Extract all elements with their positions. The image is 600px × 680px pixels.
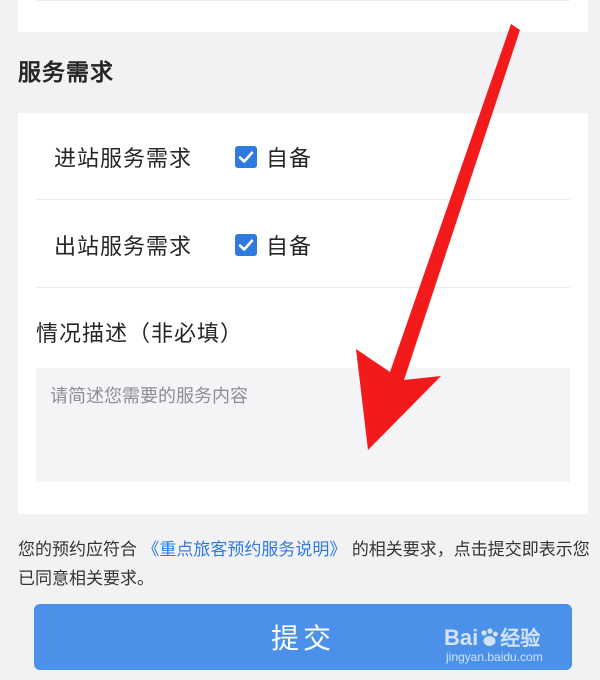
submit-button[interactable]: 提交 xyxy=(34,604,572,670)
inbound-self-prepared-checkbox[interactable] xyxy=(235,146,257,168)
outbound-service-label: 出站服务需求 xyxy=(54,235,193,260)
situation-description-box xyxy=(36,368,570,482)
agreement-notice-prefix: 您的预约应符合 xyxy=(18,540,137,560)
inbound-service-label: 进站服务需求 xyxy=(54,147,193,172)
agreement-notice: 您的预约应符合 《重点旅客预约服务说明》 的相关要求，点击提交即表示您已同意相关… xyxy=(18,536,590,594)
inbound-self-prepared-label[interactable]: 自备 xyxy=(266,141,312,173)
service-terms-link[interactable]: 《重点旅客预约服务说明》 xyxy=(142,540,346,560)
section-title: 服务需求 xyxy=(18,60,114,86)
checkmark-icon xyxy=(238,151,254,163)
situation-description-label: 情况描述（非必填） xyxy=(36,322,244,347)
checkmark-icon xyxy=(238,239,254,251)
outbound-service-row: 出站服务需求 自备 xyxy=(36,201,570,288)
previous-card xyxy=(18,0,588,32)
outbound-self-prepared-checkbox[interactable] xyxy=(235,234,257,256)
inbound-service-row: 进站服务需求 自备 xyxy=(36,113,570,200)
previous-card-divider xyxy=(36,0,570,1)
outbound-self-prepared-label[interactable]: 自备 xyxy=(266,229,312,261)
situation-description-textarea[interactable] xyxy=(36,368,570,482)
